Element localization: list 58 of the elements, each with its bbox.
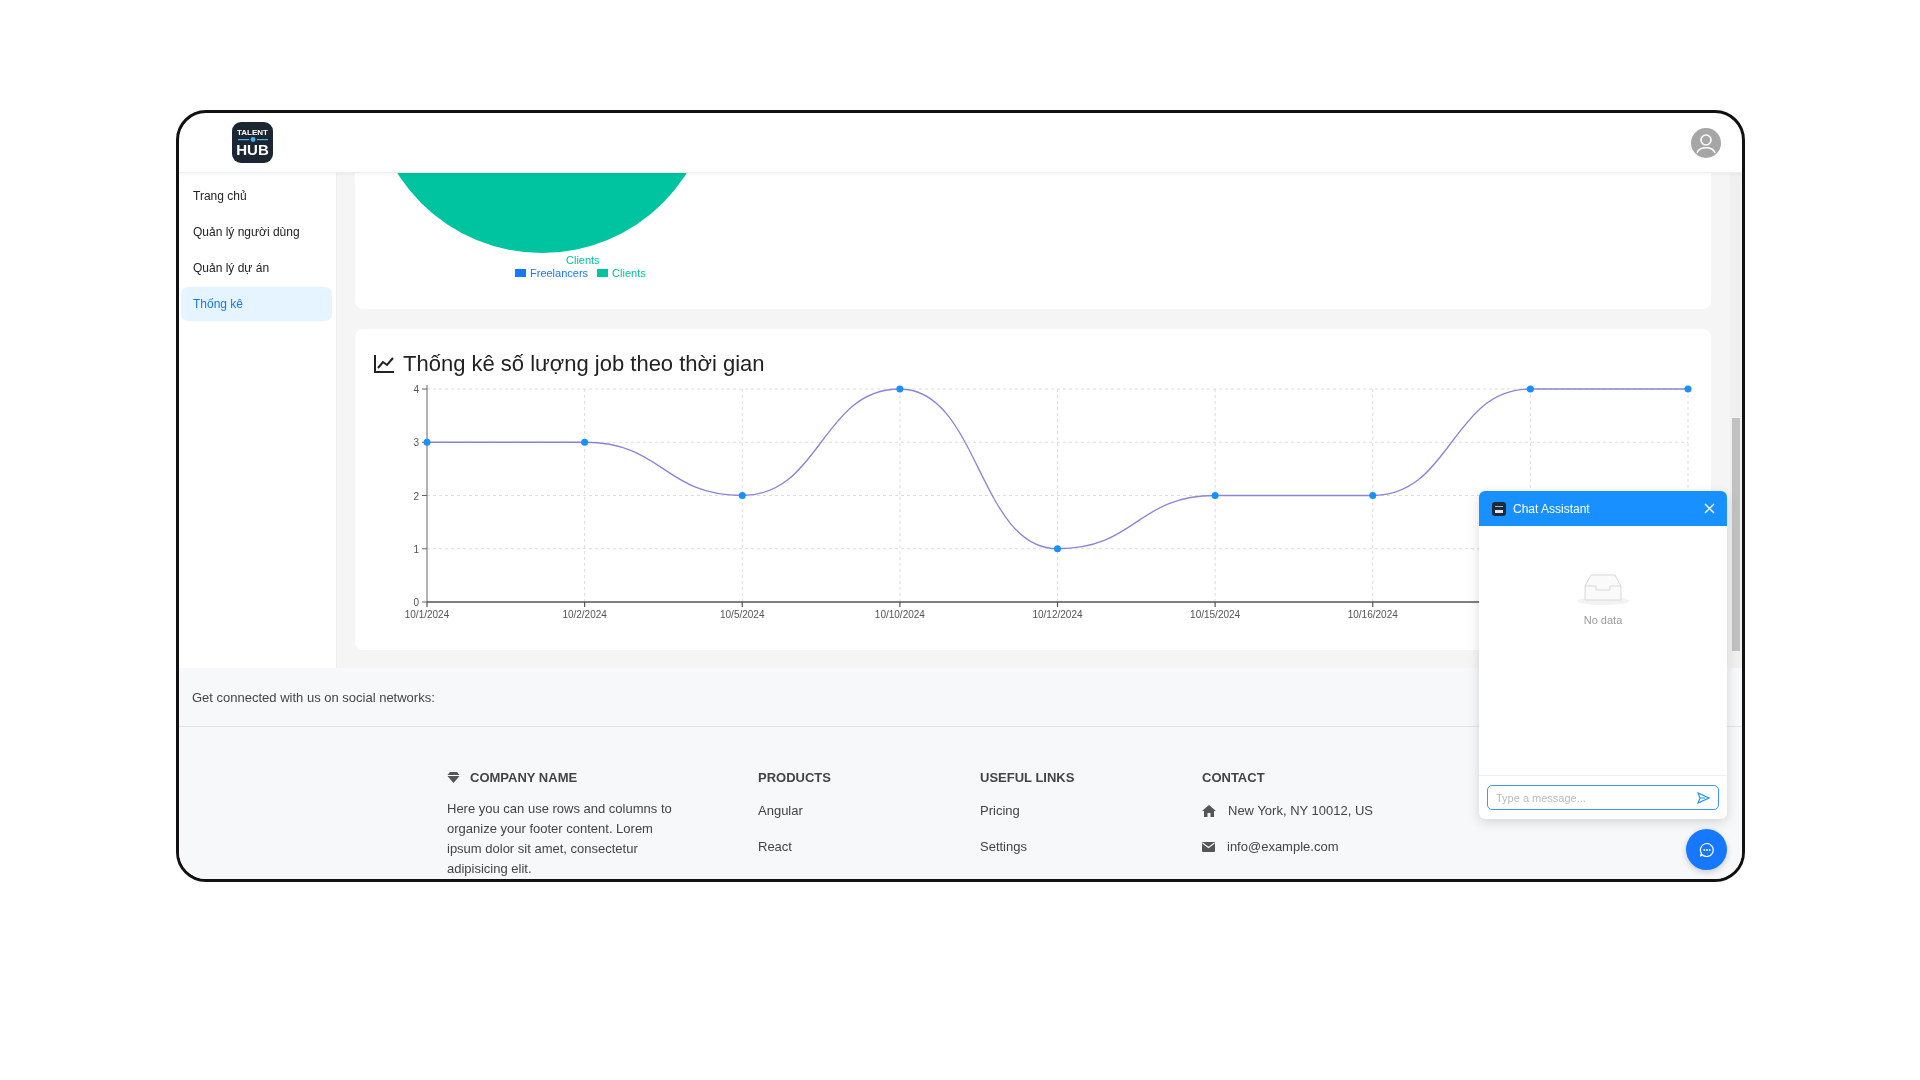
footer-heading: PRODUCTS <box>758 769 831 785</box>
logo-icon <box>1492 501 1506 516</box>
data-point <box>1369 492 1377 499</box>
line-chart-icon <box>373 354 395 374</box>
social-text: Get connected with us on social networks: <box>192 689 435 705</box>
x-tick-label: 10/16/2024 <box>1347 609 1398 620</box>
footer-heading: COMPANY NAME <box>470 769 578 785</box>
x-tick-label: 10/10/2024 <box>874 609 925 620</box>
data-point <box>423 438 431 446</box>
data-point <box>1526 385 1534 393</box>
logo-top-text: TALENT <box>237 128 268 137</box>
send-icon[interactable] <box>1697 792 1710 804</box>
data-point <box>1054 545 1061 553</box>
logo-divider-icon <box>237 136 268 142</box>
legend-item[interactable]: Freelancers <box>515 267 589 279</box>
data-point <box>738 492 746 499</box>
x-tick-label: 10/12/2024 <box>1032 609 1083 620</box>
footer-link[interactable]: Settings <box>980 839 1202 855</box>
footer-paragraph: Here you can use rows and columns to organize your footer content. Lorem ipsum dolor sit amet, consectetur adipisicing elit. <box>447 800 673 878</box>
y-tick-label: 3 <box>413 437 419 449</box>
data-point <box>581 438 589 446</box>
footer-heading: CONTACT <box>1202 769 1265 785</box>
logo-bottom-text: HUB <box>236 141 269 157</box>
close-icon[interactable] <box>1704 503 1715 514</box>
data-point <box>1211 492 1219 499</box>
data-point <box>896 385 904 393</box>
contact-text: info@example.com <box>1227 839 1339 855</box>
footer-link[interactable]: Angular <box>758 803 980 819</box>
sidebar-item[interactable]: Thống kê <box>181 287 332 321</box>
sidebar-item[interactable]: Quản lý dự án <box>181 251 332 285</box>
scrollbar[interactable] <box>1730 173 1742 668</box>
y-tick-label: 4 <box>413 384 419 395</box>
empty-text: No data <box>1583 614 1623 626</box>
footer-link[interactable]: React <box>758 839 980 855</box>
footer-link[interactable]: Pricing <box>980 803 1202 819</box>
gem-icon <box>447 771 460 783</box>
data-point <box>1684 385 1692 393</box>
footer-heading: USEFUL LINKS <box>980 769 1075 785</box>
logo[interactable]: TALENT HUB <box>232 122 273 163</box>
y-tick-label: 1 <box>413 543 419 555</box>
x-tick-label: 10/1/2024 <box>404 609 450 620</box>
chat-title: Chat Assistant <box>1513 501 1591 516</box>
empty-inbox-icon <box>1577 572 1629 606</box>
x-tick-label: 10/2/2024 <box>562 609 607 620</box>
y-tick-label: 2 <box>413 490 419 502</box>
home-icon <box>1202 805 1216 817</box>
y-tick-label: 0 <box>413 597 419 608</box>
x-tick-label: 10/15/2024 <box>1190 609 1241 620</box>
chat-bubble-icon <box>1698 841 1715 858</box>
envelope-icon <box>1202 842 1215 852</box>
user-avatar-icon[interactable] <box>1691 127 1721 158</box>
sidebar-item[interactable]: Trang chủ <box>181 179 332 213</box>
contact-text: New York, NY 10012, US <box>1228 803 1373 819</box>
x-tick-label: 10/5/2024 <box>720 609 765 620</box>
message-input[interactable]: Type a message... <box>1487 785 1719 810</box>
chart-title: Thống kê số lượng job theo thời gian <box>403 351 765 377</box>
sidebar-item[interactable]: Quản lý người dùng <box>181 215 332 249</box>
slice-label: Clients <box>566 253 600 267</box>
